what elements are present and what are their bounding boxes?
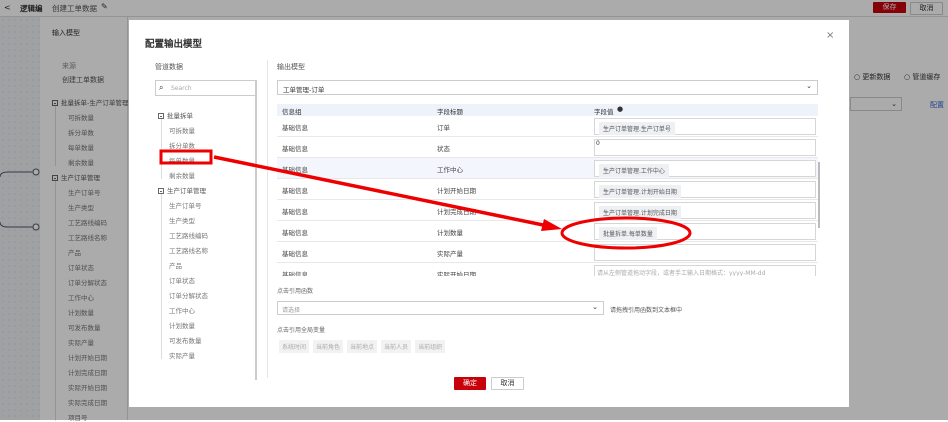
tree-item[interactable]: 工艺路线名称	[169, 245, 208, 255]
table-header: 信息组 字段标题 字段值 ●	[277, 104, 818, 116]
tree-guide	[161, 194, 162, 359]
table-row: 基础信息 计划开始日期 生产订单管理.计划开始日期	[277, 179, 818, 200]
global-variable-chip[interactable]: 当前组织	[415, 340, 446, 353]
function-hint: 请拖拽引用函数到文本框中	[610, 307, 683, 314]
output-model-title: 输出模型	[277, 63, 305, 71]
table-row: 基础信息 计划数量 批量拆单.每单数量	[277, 221, 818, 242]
header-value: 字段值	[594, 108, 614, 116]
tree-group[interactable]: 生产订单管理	[158, 185, 206, 195]
tree-item[interactable]: 可发布数量	[169, 335, 202, 345]
search-placeholder: Search	[171, 85, 192, 92]
table-row: 基础信息 订单 生产订单管理.生产订单号	[277, 116, 818, 137]
header-group: 信息组	[282, 108, 302, 116]
row-field: 工作中心	[437, 166, 463, 174]
tree-group[interactable]: 批量拆单	[158, 110, 193, 120]
chevron-down-icon: ⌄	[592, 303, 598, 311]
row-field: 状态	[437, 145, 450, 153]
field-text: 0	[596, 140, 600, 147]
search-icon: ⌕	[159, 83, 164, 92]
table-row: 基础信息 实际开始日期 请从左侧管道拖动字段，或者手工输入日期格式：yyyy-MM-…	[277, 263, 818, 276]
field-value-input[interactable]: 0	[594, 139, 816, 156]
tree-item[interactable]: 实际产量	[169, 350, 195, 360]
row-field: 计划完成日期	[437, 208, 476, 216]
function-select[interactable]: 请选择 ⌄	[277, 301, 604, 315]
row-group: 基础信息	[282, 166, 308, 174]
global-variable-chip[interactable]: 当前地点	[347, 340, 378, 353]
close-icon[interactable]: ×	[826, 30, 834, 41]
config-output-modal: 配置输出模型 × 管道数据 ⌕ Search 批量拆单可拆数量拆分单数每单数量剩…	[129, 20, 849, 407]
row-group: 基础信息	[282, 229, 308, 237]
row-group: 基础信息	[282, 271, 308, 276]
modal-title: 配置输出模型	[145, 39, 203, 50]
output-model-select[interactable]: 工单管理-订单 ⌄	[277, 80, 818, 95]
field-value-input[interactable]: 请从左侧管道拖动字段，或者手工输入日期格式：yyyy-MM-dd	[594, 265, 816, 276]
field-value-input[interactable]: 生产订单管理.计划完成日期	[594, 202, 816, 219]
table-row: 基础信息 工作中心 生产订单管理.工作中心	[277, 158, 818, 179]
row-group: 基础信息	[282, 187, 308, 195]
row-group: 基础信息	[282, 124, 308, 132]
table-row: 基础信息 计划完成日期 生产订单管理.计划完成日期	[277, 200, 818, 221]
tree-guide	[161, 119, 162, 179]
row-field: 计划开始日期	[437, 187, 476, 195]
tree-item[interactable]: 订单分解状态	[169, 290, 208, 300]
table-row: 基础信息 状态 0	[277, 137, 818, 158]
confirm-button[interactable]: 确定	[454, 377, 486, 390]
select-placeholder: 请选择	[282, 307, 301, 314]
pipeline-tree: 批量拆单可拆数量拆分单数每单数量剩余数量生产订单管理 生产订单号生产类型工艺路线编…	[155, 100, 255, 378]
table-scrollbar[interactable]	[818, 162, 820, 228]
global-variable-chip[interactable]: 系统时间	[279, 340, 310, 353]
field-chip[interactable]: 生产订单管理.计划开始日期	[599, 185, 681, 198]
table-row: 基础信息 实际产量	[277, 242, 818, 263]
modal-cancel-button[interactable]: 取消	[491, 377, 524, 390]
global-variables: 系统时间 当前角色 当前地点 当前人员 当前组织	[279, 340, 449, 353]
global-variable-chip[interactable]: 当前人员	[381, 340, 412, 353]
select-value: 工单管理-订单	[283, 86, 325, 94]
tree-item[interactable]: 订单状态	[169, 275, 195, 285]
row-field: 订单	[437, 124, 450, 132]
pipeline-title: 管道数据	[155, 63, 183, 71]
field-value-input[interactable]	[594, 244, 816, 261]
pipeline-scrollbar[interactable]	[255, 80, 257, 380]
divider	[267, 60, 268, 378]
global-variable-chip[interactable]: 当前角色	[313, 340, 344, 353]
search-input[interactable]: ⌕ Search	[155, 80, 256, 96]
row-field: 实际产量	[437, 250, 463, 258]
tree-item[interactable]: 生产类型	[169, 215, 195, 225]
field-placeholder: 请从左侧管道拖动字段，或者手工输入日期格式：yyyy-MM-dd	[597, 270, 766, 276]
field-value-input[interactable]: 生产订单管理.工作中心	[594, 160, 816, 177]
tree-item[interactable]: 拆分单数	[169, 140, 195, 150]
row-field: 计划数量	[437, 229, 463, 237]
chevron-down-icon: ⌄	[806, 82, 812, 90]
tree-item[interactable]: 工艺路线编码	[169, 230, 208, 240]
tree-item[interactable]: 每单数量	[169, 155, 195, 165]
tree-item[interactable]: 生产订单号	[169, 200, 202, 210]
field-value-input[interactable]: 生产订单管理.计划开始日期	[594, 181, 816, 198]
row-field: 实际开始日期	[437, 271, 476, 276]
header-field: 字段标题	[437, 108, 463, 116]
row-group: 基础信息	[282, 250, 308, 258]
row-group: 基础信息	[282, 208, 308, 216]
row-group: 基础信息	[282, 145, 308, 153]
tree-item[interactable]: 工作中心	[169, 305, 195, 315]
tree-group-label: 批量拆单	[167, 112, 193, 120]
field-chip[interactable]: 批量拆单.每单数量	[599, 227, 657, 240]
field-value-input[interactable]: 生产订单管理.生产订单号	[594, 118, 816, 135]
field-table: 基础信息 订单 生产订单管理.生产订单号 基础信息 状态 0 基础信息 工作中心 生产订单管理.…	[277, 116, 822, 276]
field-chip[interactable]: 生产订单管理.工作中心	[599, 164, 669, 177]
field-chip[interactable]: 生产订单管理.计划完成日期	[599, 206, 681, 219]
help-icon[interactable]: ●	[617, 105, 623, 113]
tree-group-label: 生产订单管理	[167, 187, 206, 195]
tree-item[interactable]: 产品	[169, 260, 182, 270]
function-label: 点击引用函数	[277, 288, 314, 295]
tree-item[interactable]: 计划数量	[169, 320, 195, 330]
tree-item[interactable]: 剩余数量	[169, 170, 195, 180]
tree-item[interactable]: 可拆数量	[169, 125, 195, 135]
field-chip[interactable]: 生产订单管理.生产订单号	[599, 122, 675, 135]
field-value-input[interactable]: 批量拆单.每单数量	[594, 223, 816, 240]
globals-label: 点击引用全局变量	[277, 327, 326, 334]
